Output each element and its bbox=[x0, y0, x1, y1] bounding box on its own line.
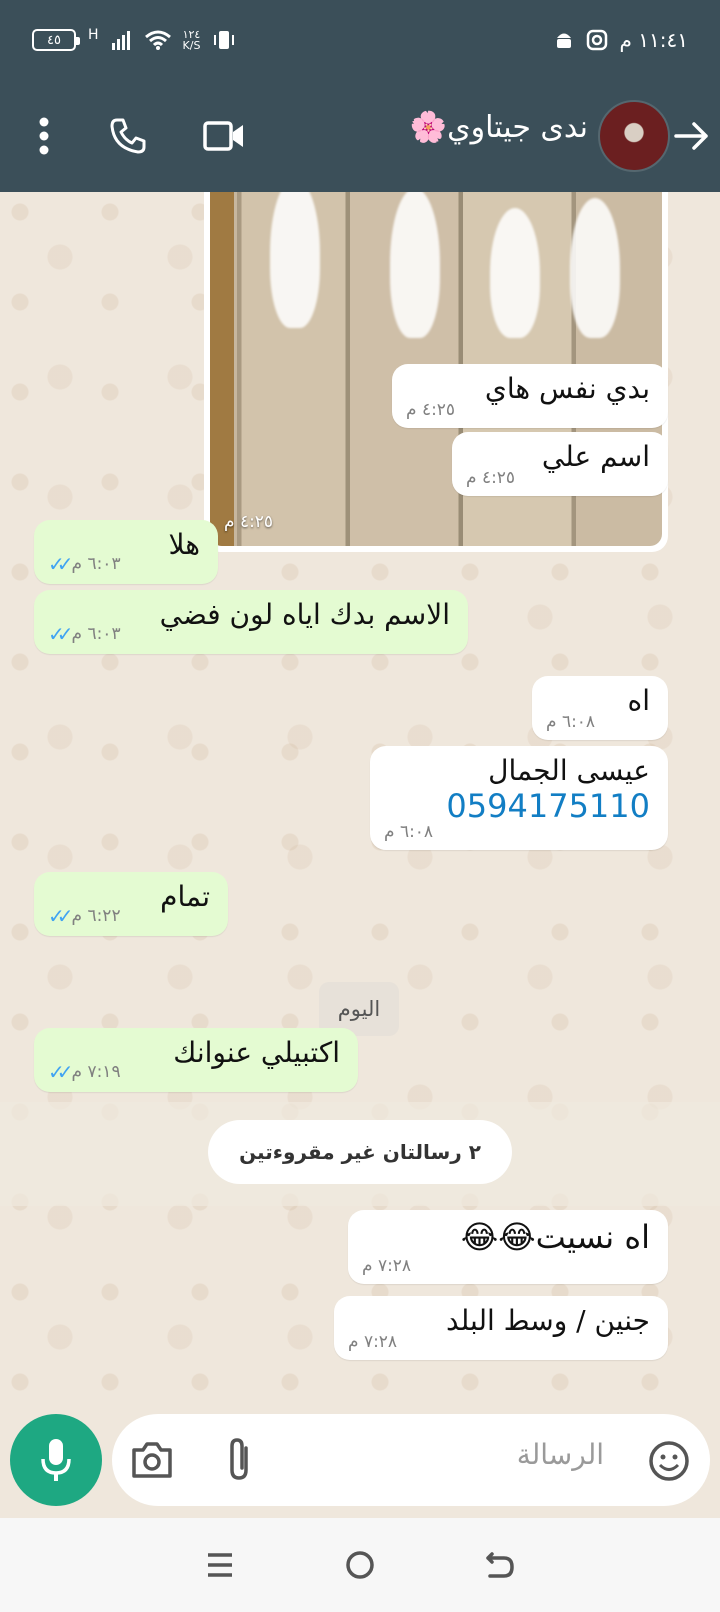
message-time: ٤:٢٥ م bbox=[406, 400, 456, 420]
message-time: ٧:٢٨ م bbox=[348, 1332, 398, 1352]
message-text: عيسى الجمال bbox=[488, 754, 650, 787]
message-time: ٦:٠٣ م bbox=[71, 624, 121, 644]
phone-link[interactable]: 0594175110 bbox=[388, 787, 650, 825]
back-arrow-icon bbox=[674, 122, 708, 150]
message-time: ٧:٢٨ م bbox=[362, 1256, 412, 1276]
message-time: ٤:٢٥ م bbox=[224, 512, 274, 532]
incoming-message[interactable]: اسم علي ٤:٢٥ م bbox=[452, 432, 668, 496]
avatar[interactable] bbox=[598, 100, 670, 172]
message-input[interactable]: الرسالة bbox=[517, 1438, 604, 1471]
incoming-message[interactable]: اه نسيت😂😂 ٧:٢٨ م bbox=[348, 1210, 668, 1284]
message-meta: ٤:٢٥ م bbox=[466, 468, 515, 488]
message-time: ٦:٠٨ م bbox=[546, 712, 596, 732]
message-input-bar: الرسالة bbox=[112, 1414, 710, 1506]
message-meta: ٦:٠٣ م ✓✓ bbox=[48, 622, 121, 646]
home-circle-icon bbox=[346, 1551, 374, 1579]
network-type: H bbox=[88, 27, 99, 43]
android-icon bbox=[556, 33, 571, 48]
paperclip-icon bbox=[230, 1438, 248, 1480]
voice-call-button[interactable] bbox=[98, 106, 158, 166]
message-meta: ٦:٠٣ م ✓✓ bbox=[48, 552, 121, 576]
signal-icon bbox=[111, 31, 130, 50]
message-meta: ٧:٢٨ م bbox=[348, 1332, 397, 1352]
message-meta: ٦:٢٢ م ✓✓ bbox=[48, 904, 121, 928]
more-options-button[interactable] bbox=[14, 106, 74, 166]
emoji-icon bbox=[649, 1441, 689, 1481]
back-button[interactable] bbox=[662, 106, 720, 166]
menu-icon bbox=[208, 1553, 232, 1577]
read-ticks-icon: ✓✓ bbox=[48, 552, 73, 576]
outgoing-message[interactable]: اكتبيلي عنوانك ٧:١٩ م ✓✓ bbox=[34, 1028, 358, 1092]
read-ticks-icon: ✓✓ bbox=[48, 904, 73, 928]
contact-message[interactable]: عيسى الجمال 0594175110 ٦:٠٨ م bbox=[370, 746, 668, 850]
wifi-icon bbox=[144, 30, 171, 50]
chat-header: ندى جيتاوي🌸 bbox=[0, 80, 720, 192]
message-meta: ٧:١٩ م ✓✓ bbox=[48, 1060, 121, 1084]
system-back-button[interactable] bbox=[480, 1545, 520, 1585]
outgoing-message[interactable]: الاسم بدك اياه لون فضي ٦:٠٣ م ✓✓ bbox=[34, 590, 468, 654]
attach-button[interactable] bbox=[222, 1436, 258, 1484]
recents-button[interactable] bbox=[200, 1545, 240, 1585]
voice-record-button[interactable] bbox=[10, 1414, 102, 1506]
network-speed: ١٢٤ K/S bbox=[182, 28, 201, 52]
message-meta: ٤:٢٥ م bbox=[406, 400, 455, 420]
incoming-message[interactable]: بدي نفس هاي ٤:٢٥ م bbox=[392, 364, 668, 428]
message-text: اه نسيت😂😂 bbox=[460, 1218, 650, 1256]
system-nav-bar bbox=[0, 1518, 720, 1612]
video-call-icon bbox=[203, 121, 243, 151]
outgoing-message[interactable]: هلا ٦:٠٣ م ✓✓ bbox=[34, 520, 218, 584]
message-time: ٦:٠٨ م bbox=[384, 822, 434, 842]
status-left: ٤٥ H ١٢٤ K/S bbox=[32, 27, 236, 52]
emoji-button[interactable] bbox=[648, 1440, 690, 1482]
microphone-icon bbox=[41, 1439, 71, 1481]
camera-icon bbox=[132, 1442, 172, 1478]
status-time: ١١:٤١ م bbox=[619, 28, 688, 52]
outgoing-message[interactable]: تمام ٦:٢٢ م ✓✓ bbox=[34, 872, 228, 936]
unread-count-label: ٢ رسالتان غير مقروءتين bbox=[208, 1120, 512, 1184]
message-meta: ٦:٠٨ م bbox=[546, 712, 595, 732]
read-ticks-icon: ✓✓ bbox=[48, 1060, 73, 1084]
message-time: ٦:٢٢ م bbox=[71, 906, 121, 926]
read-ticks-icon: ✓✓ bbox=[48, 622, 73, 646]
chat-area[interactable]: ٤:٢٥ م بدي نفس هاي ٤:٢٥ م اسم علي ٤:٢٥ م… bbox=[0, 192, 720, 1412]
status-right: ١١:٤١ م bbox=[554, 28, 688, 52]
phone-call-icon bbox=[110, 118, 146, 154]
message-time: ٧:١٩ م bbox=[71, 1062, 121, 1082]
contact-name[interactable]: ندى جيتاوي🌸 bbox=[410, 110, 588, 145]
message-meta: ٦:٠٨ م bbox=[384, 822, 433, 842]
message-time: ٦:٠٣ م bbox=[71, 554, 121, 574]
vibrate-icon bbox=[214, 31, 235, 49]
unread-banner: ٢ رسالتان غير مقروءتين bbox=[0, 1102, 720, 1206]
incoming-message[interactable]: اه ٦:٠٨ م bbox=[532, 676, 668, 740]
battery-icon: ٤٥ bbox=[32, 29, 80, 51]
message-time: ٤:٢٥ م bbox=[466, 468, 516, 488]
back-icon bbox=[486, 1552, 514, 1578]
home-button[interactable] bbox=[340, 1545, 380, 1585]
more-vert-icon bbox=[39, 117, 49, 155]
status-bar: ٤٥ H ١٢٤ K/S ١١:٤١ م bbox=[0, 0, 720, 80]
message-meta: ٧:٢٨ م bbox=[362, 1256, 411, 1276]
instagram-icon bbox=[586, 29, 607, 51]
camera-button[interactable] bbox=[130, 1440, 174, 1480]
video-call-button[interactable] bbox=[194, 106, 254, 166]
incoming-message[interactable]: جنين / وسط البلد ٧:٢٨ م bbox=[334, 1296, 668, 1360]
